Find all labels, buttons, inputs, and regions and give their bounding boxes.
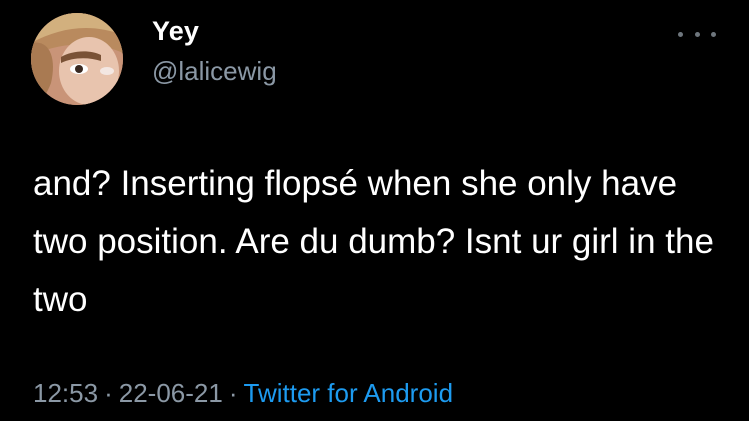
display-name[interactable]: Yey: [152, 16, 199, 47]
more-options-icon[interactable]: [678, 22, 716, 46]
dot: [678, 31, 683, 37]
dot: [711, 31, 716, 37]
avatar-photo: [31, 13, 123, 105]
tweet-time: 12:53: [33, 378, 99, 408]
avatar[interactable]: [31, 13, 123, 105]
tweet-text: and? Inserting flopsé when she only have…: [33, 164, 714, 319]
tweet: Yey @lalicewig and? Inserting flopsé whe…: [0, 0, 749, 421]
meta-separator: ·: [228, 378, 238, 408]
tweet-source-link[interactable]: Twitter for Android: [244, 378, 454, 408]
meta-separator: ·: [104, 378, 113, 408]
tweet-meta: 12:53 · 22-06-21 · Twitter for Android: [33, 378, 453, 409]
dot: [694, 31, 700, 37]
user-handle[interactable]: @lalicewig: [152, 56, 277, 87]
tweet-date: 22-06-21: [118, 378, 223, 408]
